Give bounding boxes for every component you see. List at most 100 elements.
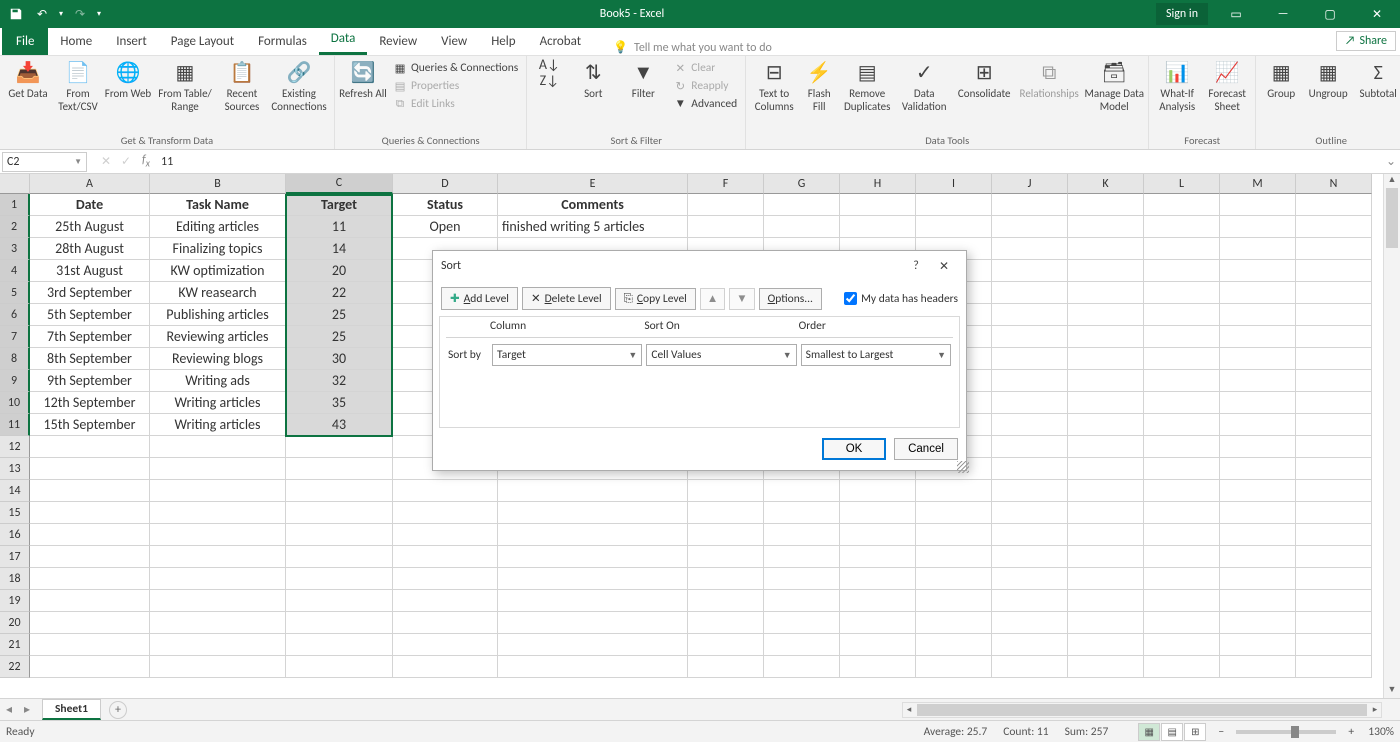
cell[interactable] — [150, 612, 286, 634]
cell[interactable] — [764, 194, 840, 216]
cell[interactable] — [764, 634, 840, 656]
cell[interactable] — [688, 480, 764, 502]
cell[interactable] — [1220, 524, 1296, 546]
cell[interactable]: 9th September — [30, 370, 150, 392]
cell[interactable] — [1144, 568, 1220, 590]
normal-view-button[interactable]: ▦ — [1138, 723, 1160, 741]
row-header[interactable]: 19 — [0, 590, 30, 612]
cell[interactable] — [1068, 326, 1144, 348]
cell[interactable] — [840, 568, 916, 590]
cell[interactable] — [688, 568, 764, 590]
cell[interactable] — [992, 612, 1068, 634]
cell[interactable] — [1220, 546, 1296, 568]
cell[interactable] — [1296, 392, 1372, 414]
cell[interactable] — [498, 524, 688, 546]
cell[interactable] — [840, 502, 916, 524]
cell[interactable] — [498, 502, 688, 524]
cell[interactable] — [1220, 194, 1296, 216]
cell[interactable] — [992, 524, 1068, 546]
cell[interactable] — [1220, 414, 1296, 436]
cell[interactable]: 25 — [286, 326, 393, 348]
row-header[interactable]: 20 — [0, 612, 30, 634]
cell[interactable] — [992, 634, 1068, 656]
copy-level-button[interactable]: ⎘Copy Level — [615, 288, 696, 310]
cell[interactable] — [30, 436, 150, 458]
column-header[interactable]: K — [1068, 174, 1144, 194]
cell[interactable] — [1068, 348, 1144, 370]
from-web-button[interactable]: 🌐From Web — [104, 58, 152, 101]
cell[interactable] — [498, 612, 688, 634]
cell[interactable] — [992, 304, 1068, 326]
cell[interactable] — [992, 656, 1068, 678]
cell[interactable] — [498, 634, 688, 656]
cell[interactable] — [150, 590, 286, 612]
cell[interactable] — [150, 546, 286, 568]
cell[interactable] — [1220, 612, 1296, 634]
cell[interactable] — [688, 546, 764, 568]
cell[interactable]: 43 — [286, 414, 393, 436]
row-header[interactable]: 3 — [0, 238, 30, 260]
cell[interactable] — [840, 546, 916, 568]
cell[interactable] — [764, 480, 840, 502]
ungroup-button[interactable]: ▦Ungroup — [1304, 58, 1352, 101]
cell[interactable]: Writing articles — [150, 414, 286, 436]
cell[interactable] — [1068, 392, 1144, 414]
tell-me-search[interactable]: 💡 Tell me what you want to do — [613, 40, 772, 55]
formula-input[interactable]: 11 — [155, 155, 1382, 169]
cell[interactable] — [30, 502, 150, 524]
cell[interactable] — [916, 568, 992, 590]
cell[interactable] — [286, 634, 393, 656]
cell[interactable] — [764, 216, 840, 238]
sign-in-button[interactable]: Sign in — [1156, 3, 1208, 25]
zoom-out-button[interactable]: − — [1214, 725, 1228, 739]
cell[interactable] — [992, 348, 1068, 370]
cell[interactable] — [1220, 502, 1296, 524]
cell[interactable]: Publishing articles — [150, 304, 286, 326]
cell[interactable]: Date — [30, 194, 150, 216]
cell[interactable] — [992, 568, 1068, 590]
tab-help[interactable]: Help — [479, 28, 527, 55]
cell[interactable] — [498, 546, 688, 568]
tab-home[interactable]: Home — [48, 28, 104, 55]
cell[interactable] — [150, 634, 286, 656]
cell[interactable]: 28th August — [30, 238, 150, 260]
row-header[interactable]: 18 — [0, 568, 30, 590]
cell[interactable] — [30, 634, 150, 656]
options-button[interactable]: Options... — [759, 288, 822, 310]
cell[interactable] — [393, 546, 498, 568]
cell[interactable] — [30, 612, 150, 634]
cell[interactable] — [916, 480, 992, 502]
cell[interactable] — [1144, 634, 1220, 656]
row-header[interactable]: 8 — [0, 348, 30, 370]
expand-formula-icon[interactable]: ⌄ — [1382, 154, 1400, 169]
cell[interactable] — [1144, 502, 1220, 524]
cell[interactable] — [1068, 370, 1144, 392]
tab-acrobat[interactable]: Acrobat — [528, 28, 594, 55]
cell[interactable] — [1220, 348, 1296, 370]
cell[interactable] — [1296, 326, 1372, 348]
zoom-slider[interactable] — [1236, 730, 1336, 734]
cell[interactable] — [992, 282, 1068, 304]
cell[interactable] — [150, 524, 286, 546]
cell[interactable] — [992, 414, 1068, 436]
cell[interactable]: 31st August — [30, 260, 150, 282]
cell[interactable] — [1296, 634, 1372, 656]
tab-file[interactable]: File — [2, 28, 48, 55]
cell[interactable] — [30, 524, 150, 546]
row-header[interactable]: 7 — [0, 326, 30, 348]
cell[interactable] — [1144, 436, 1220, 458]
cell[interactable] — [992, 590, 1068, 612]
refresh-all-button[interactable]: 🔄Refresh All — [339, 58, 387, 101]
sort-order-select[interactable]: Smallest to Largest▼ — [801, 344, 951, 366]
column-header[interactable]: C — [286, 174, 393, 194]
cell[interactable] — [840, 634, 916, 656]
cell[interactable] — [992, 260, 1068, 282]
redo-icon[interactable]: ↷ — [68, 2, 92, 26]
cell[interactable] — [1220, 436, 1296, 458]
cell[interactable]: Writing ads — [150, 370, 286, 392]
cell[interactable]: Finalizing topics — [150, 238, 286, 260]
cell[interactable] — [688, 502, 764, 524]
cell[interactable] — [1296, 216, 1372, 238]
maximize-icon[interactable]: ▢ — [1307, 0, 1353, 28]
cell[interactable] — [1144, 546, 1220, 568]
